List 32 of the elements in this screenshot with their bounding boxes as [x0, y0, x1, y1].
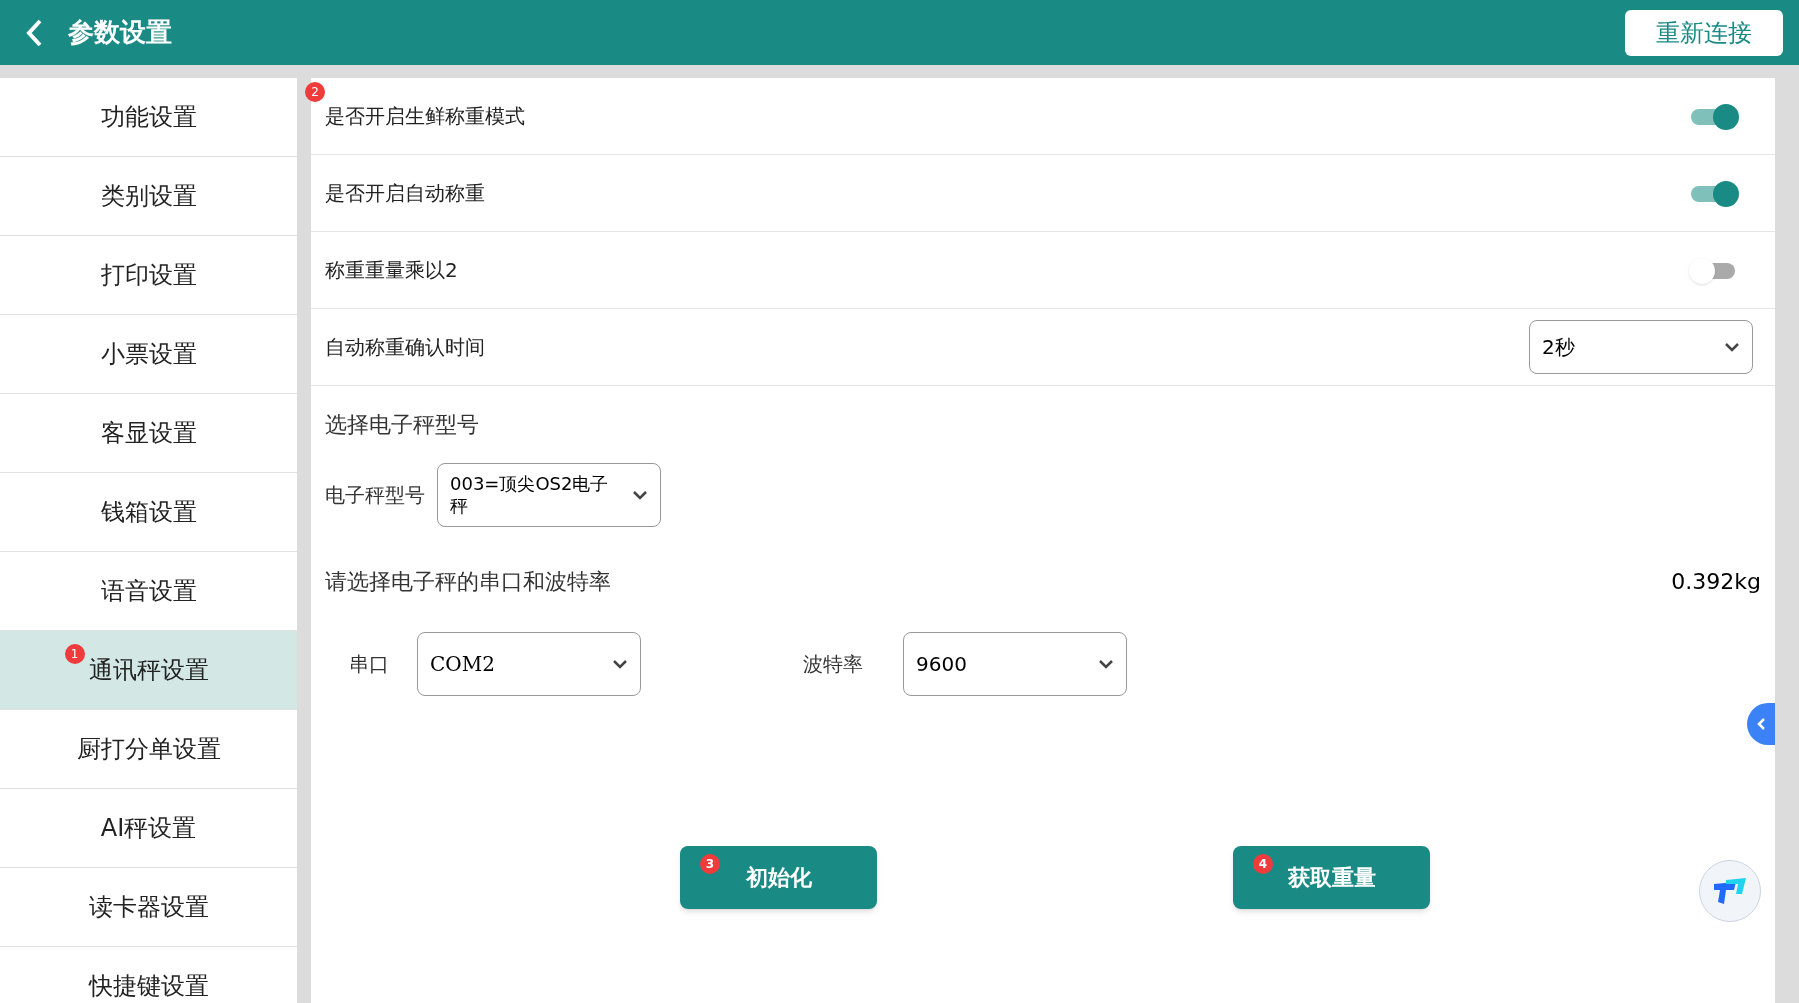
collapse-tab[interactable] [1747, 703, 1775, 745]
chevron-down-icon [632, 490, 648, 500]
chevron-down-icon [612, 659, 628, 669]
sidebar-item[interactable]: 通讯秤设置 1 [0, 631, 297, 710]
toggle-switch[interactable] [1689, 102, 1739, 130]
chevron-left-icon [1756, 717, 1766, 731]
notification-badge: 2 [305, 82, 325, 102]
chevron-down-icon [1098, 659, 1114, 669]
scale-model-select[interactable]: 003=顶尖OS2电子秤 [437, 463, 661, 527]
notification-badge: 3 [700, 854, 720, 874]
setting-label: 是否开启自动称重 [325, 180, 485, 207]
notification-badge: 1 [64, 644, 85, 664]
page-title: 参数设置 [68, 16, 172, 49]
confirm-time-select[interactable]: 2秒 [1529, 320, 1753, 374]
chevron-down-icon [1724, 342, 1740, 352]
reconnect-button[interactable]: 重新连接 [1625, 9, 1783, 56]
setting-label: 自动称重确认时间 [325, 334, 485, 361]
section-heading: 选择电子秤型号 [325, 412, 479, 437]
field-label: 波特率 [803, 651, 864, 678]
weight-reading: 0.392kg [1671, 568, 1761, 596]
baud-rate-select[interactable]: 9600 [903, 632, 1127, 696]
setting-label: 称重重量乘以2 [325, 257, 458, 284]
port-select[interactable]: COM2 [417, 632, 641, 696]
notification-badge: 4 [1253, 854, 1273, 874]
field-label: 串口 [349, 651, 390, 678]
back-icon[interactable] [24, 17, 44, 48]
toggle-switch[interactable] [1689, 179, 1739, 207]
section-heading: 请选择电子秤的串口和波特率 [325, 568, 611, 596]
action-button[interactable]: 获取重量 4 [1233, 846, 1430, 909]
action-button[interactable]: 初始化 3 [680, 846, 877, 909]
field-label: 电子秤型号 [325, 482, 425, 509]
setting-label: 是否开启生鲜称重模式 [325, 103, 525, 130]
